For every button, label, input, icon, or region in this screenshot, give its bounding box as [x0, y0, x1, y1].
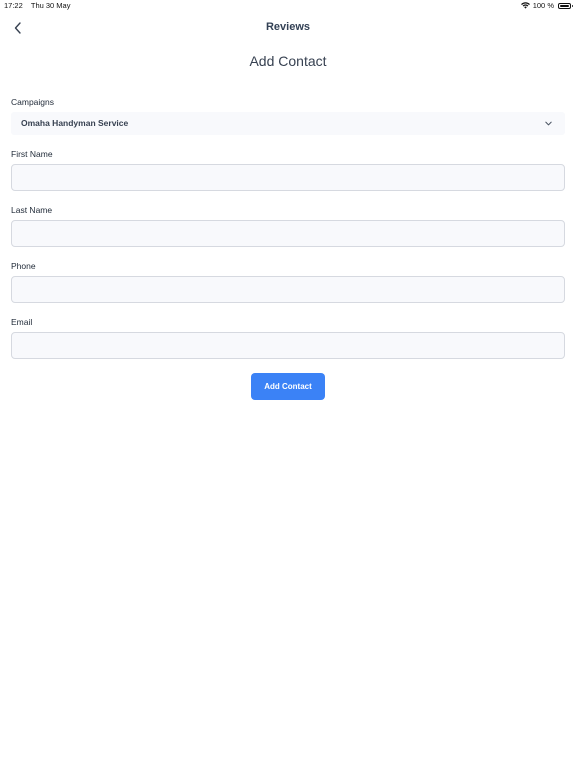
status-right: 100 %	[520, 1, 573, 10]
campaign-select[interactable]: Omaha Handyman Service	[11, 112, 565, 135]
first-name-label: First Name	[11, 149, 53, 159]
add-contact-button[interactable]: Add Contact	[251, 373, 325, 400]
chevron-down-icon	[545, 121, 552, 126]
wifi-icon	[520, 2, 530, 9]
phone-field[interactable]	[11, 276, 565, 303]
nav-title: Reviews	[265, 21, 311, 33]
status-time: 17:22	[4, 1, 23, 10]
status-bar: 17:22 Thu 30 May 100 %	[0, 0, 576, 12]
last-name-label: Last Name	[11, 205, 53, 215]
nav-bar: Reviews	[0, 14, 576, 42]
status-left: 17:22 Thu 30 May	[4, 1, 70, 10]
email-field[interactable]	[11, 332, 565, 359]
last-name-field[interactable]	[11, 220, 565, 247]
battery-fill	[560, 4, 569, 7]
email-label: Email	[11, 317, 33, 327]
first-name-field[interactable]	[11, 164, 565, 191]
status-date: Thu 30 May	[30, 1, 71, 10]
campaign-label: Campaigns	[11, 97, 54, 107]
campaign-selected-value: Omaha Handyman Service	[21, 118, 129, 128]
phone-label: Phone	[11, 261, 36, 271]
battery-percentage: 100 %	[532, 1, 554, 10]
battery-icon	[558, 2, 573, 9]
page-title: Add Contact	[249, 53, 327, 69]
